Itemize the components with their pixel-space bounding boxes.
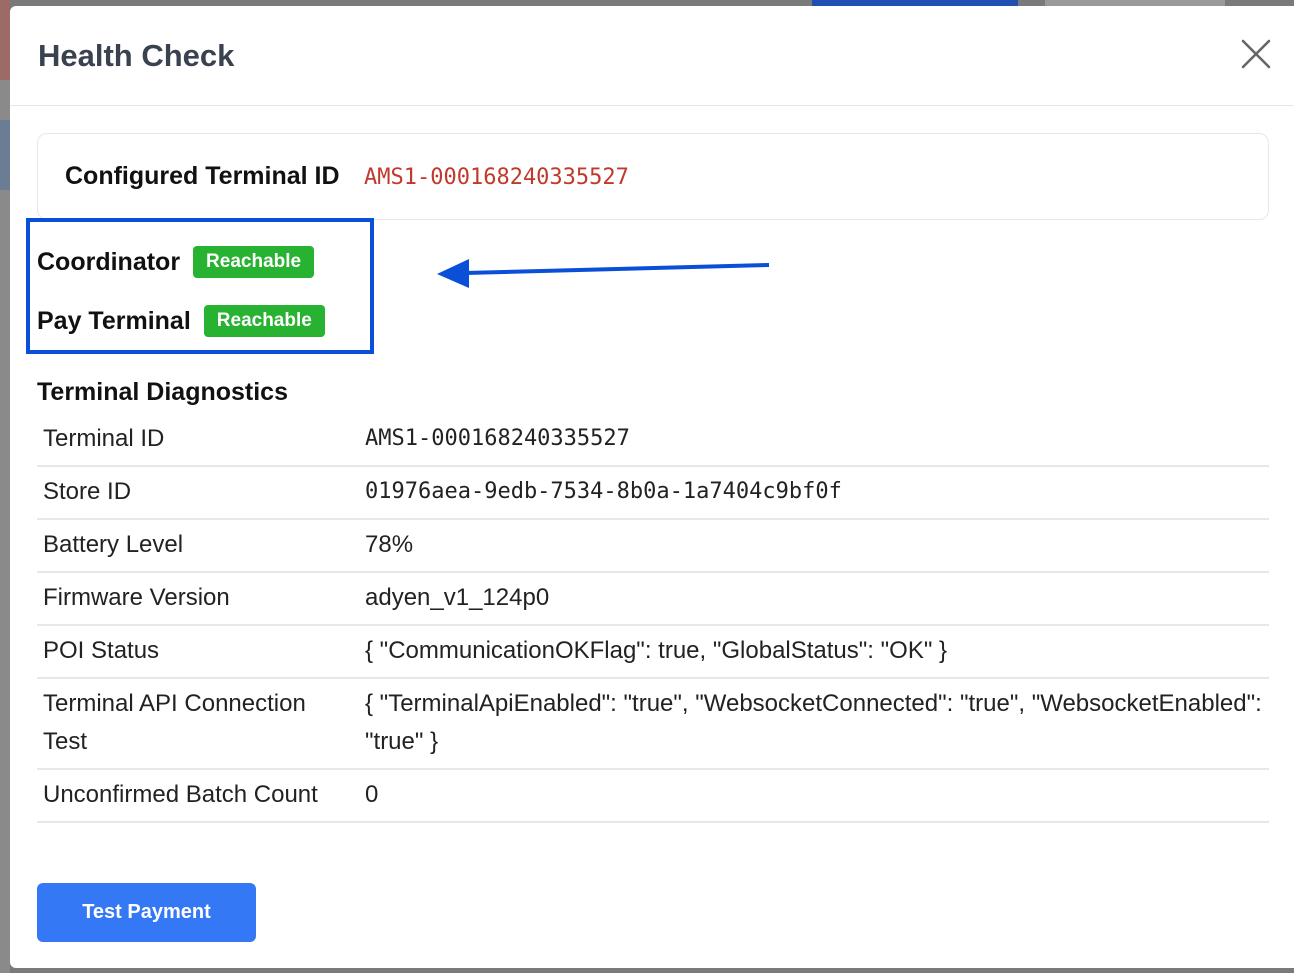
background-left-strip [0, 0, 10, 973]
close-icon [1241, 39, 1271, 69]
configured-terminal-label: Configured Terminal ID [65, 162, 340, 190]
table-row: Firmware Version adyen_v1_124p0 [37, 572, 1269, 626]
row-value: { "CommunicationOKFlag": true, "GlobalSt… [353, 625, 1269, 679]
row-key: Unconfirmed Batch Count [37, 769, 353, 823]
modal-title: Health Check [38, 38, 235, 73]
modal-header: Health Check [10, 6, 1294, 106]
row-value: 0 [353, 769, 1269, 823]
terminal-diagnostics-title: Terminal Diagnostics [37, 378, 288, 406]
configured-terminal-card: Configured Terminal ID AMS1-000168240335… [37, 133, 1269, 220]
row-value: 01976aea-9edb-7534-8b0a-1a7404c9bf0f [353, 466, 1269, 520]
pay-terminal-status-badge: Reachable [203, 305, 325, 337]
table-row: Terminal API Connection Test { "Terminal… [37, 678, 1269, 770]
pay-terminal-status-row: Pay Terminal Reachable [37, 303, 325, 339]
table-row: Terminal ID AMS1-000168240335527 [37, 414, 1269, 467]
background-mark [0, 120, 10, 190]
row-key: Store ID [37, 466, 353, 520]
table-row: Store ID 01976aea-9edb-7534-8b0a-1a7404c… [37, 466, 1269, 520]
close-button[interactable] [1238, 36, 1274, 72]
table-row: Unconfirmed Batch Count 0 [37, 769, 1269, 823]
row-value: 78% [353, 519, 1269, 573]
pay-terminal-label: Pay Terminal [37, 307, 191, 335]
table-row: POI Status { "CommunicationOKFlag": true… [37, 625, 1269, 679]
row-key: Terminal API Connection Test [37, 678, 353, 770]
coordinator-status-badge: Reachable [193, 246, 315, 278]
row-key: Terminal ID [37, 414, 353, 467]
coordinator-label: Coordinator [37, 248, 181, 276]
test-payment-button[interactable]: Test Payment [37, 883, 256, 942]
coordinator-status-row: Coordinator Reachable [37, 244, 315, 280]
configured-terminal-value: AMS1-000168240335527 [364, 165, 629, 190]
arrow-left-icon [435, 252, 775, 292]
row-value: { "TerminalApiEnabled": "true", "Websock… [353, 678, 1269, 770]
row-value: adyen_v1_124p0 [353, 572, 1269, 626]
row-key: Battery Level [37, 519, 353, 573]
health-check-modal: Health Check Configured Terminal ID AMS1… [10, 6, 1294, 968]
row-key: POI Status [37, 625, 353, 679]
row-value: AMS1-000168240335527 [353, 414, 1269, 467]
diagnostics-table: Terminal ID AMS1-000168240335527 Store I… [37, 414, 1269, 823]
row-key: Firmware Version [37, 572, 353, 626]
table-row: Battery Level 78% [37, 519, 1269, 573]
background-mark [0, 0, 10, 80]
